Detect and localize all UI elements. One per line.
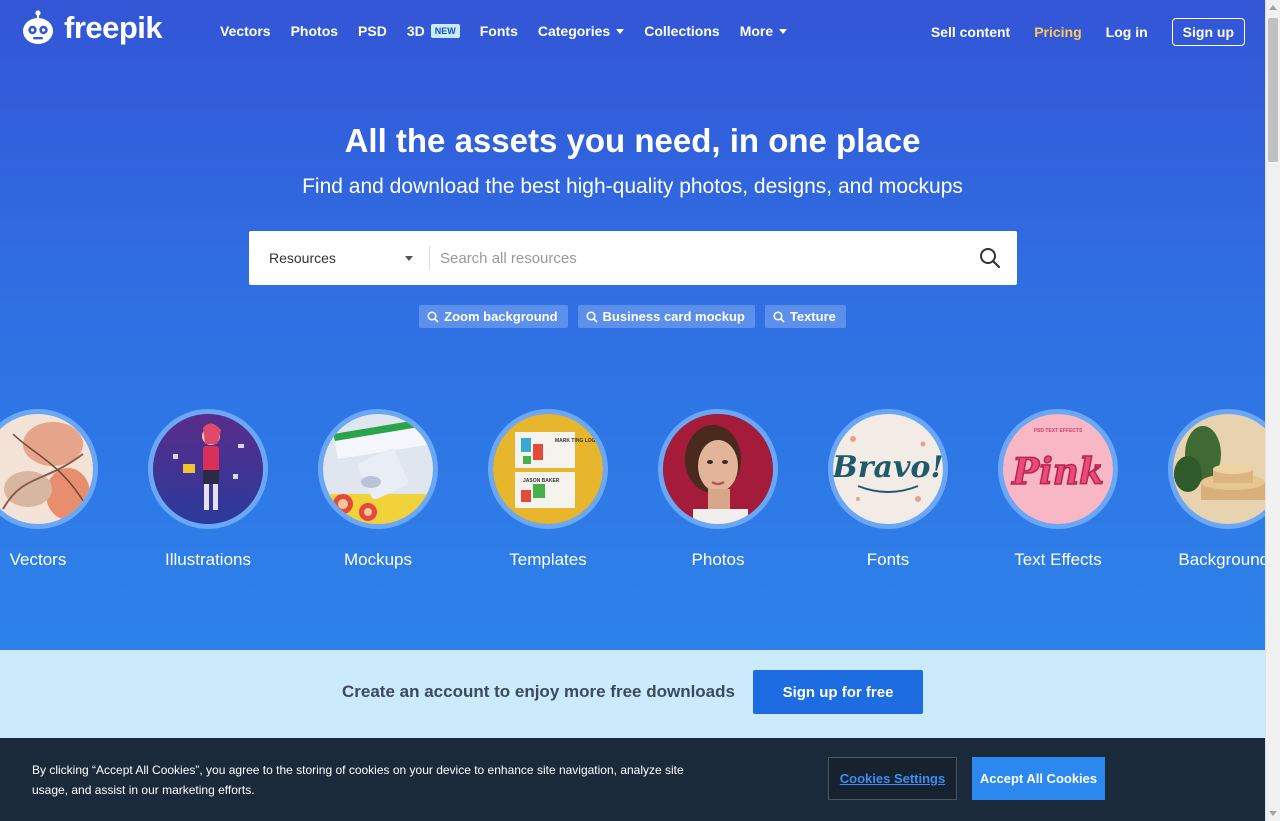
category-label: Fonts [866, 550, 910, 569]
nav-collections-label: Collections [644, 23, 720, 39]
portrait-photo-thumbnail [658, 409, 778, 529]
lettering-bravo-thumbnail: Bravo! [828, 409, 948, 529]
category-label: Mockups [343, 550, 413, 569]
nav-vectors[interactable]: Vectors [220, 23, 271, 39]
resource-type-select[interactable]: Resources [249, 231, 429, 285]
tag-label: Business card mockup [602, 309, 745, 324]
abstract-watercolor-thumbnail [0, 409, 98, 529]
search-icon [773, 310, 785, 323]
nav-vectors-label: Vectors [220, 23, 271, 39]
pricing-link[interactable]: Pricing [1034, 24, 1081, 40]
search-icon [585, 310, 598, 323]
signup-cta-banner: Create an account to enjoy more free dow… [0, 650, 1265, 738]
new-badge: NEW [430, 24, 460, 38]
scroll-up-arrow-icon[interactable] [1269, 5, 1277, 10]
page-subtitle: Find and download the best high-quality … [302, 175, 963, 198]
category-label: Illustrations [165, 550, 251, 569]
category-label: Vectors [9, 550, 67, 569]
category-label: Photos [691, 550, 745, 569]
tag-label: Texture [789, 309, 836, 324]
category-text-effects[interactable]: PSD TEXT EFFECTS Pink Text Effects [998, 409, 1118, 570]
signup-for-free-button[interactable]: Sign up for free [753, 670, 923, 714]
template-card-name: JASON BAKER [523, 478, 560, 484]
tag-texture[interactable]: Texture [764, 305, 846, 328]
fonts-thumbnail-text: Bravo! [833, 450, 943, 485]
freepik-mascot-icon [20, 10, 56, 46]
text-effect-word: Pink [1011, 451, 1104, 493]
category-label: Templates [509, 550, 587, 569]
tag-label: Zoom background [444, 309, 558, 324]
nav-photos[interactable]: Photos [291, 23, 338, 39]
pink-text-effect-thumbnail: PSD TEXT EFFECTS Pink [998, 409, 1118, 529]
nav-more-label: More [739, 23, 774, 39]
business-card-template-thumbnail: MARK TING LOGO JASON BAKER [488, 409, 608, 529]
nav-fonts[interactable]: Fonts [480, 23, 518, 39]
category-backgrounds[interactable]: Backgrounds [1168, 409, 1280, 570]
login-link[interactable]: Log in [1106, 24, 1148, 40]
podium-plants-thumbnail [1168, 409, 1280, 529]
chevron-down-icon [616, 28, 625, 34]
nav-psd-label: PSD [358, 23, 387, 39]
hero-section: freepik Vectors Photos PSD 3D NEW Fonts C… [0, 0, 1280, 650]
suggested-tags: Zoom background Business card mockup Tex… [0, 305, 1265, 328]
nav-categories-label: Categories [537, 23, 611, 39]
search-icon [427, 310, 439, 323]
resource-type-value: Resources [269, 250, 336, 266]
chevron-down-icon [779, 28, 788, 34]
accept-all-cookies-button[interactable]: Accept All Cookies [972, 757, 1105, 800]
sell-content-link[interactable]: Sell content [931, 24, 1010, 40]
nav-fonts-label: Fonts [479, 23, 518, 39]
logo-wordmark: freepik [64, 10, 163, 45]
template-card-text: MARK TING LOGO [555, 438, 600, 444]
category-fonts[interactable]: Bravo! Fonts [828, 409, 948, 570]
text-effect-caption: PSD TEXT EFFECTS [1034, 428, 1083, 434]
nav-collections[interactable]: Collections [644, 23, 719, 39]
search-icon [980, 248, 1001, 269]
search-input[interactable] [430, 249, 963, 267]
cta-text: Create an account to enjoy more free dow… [342, 682, 735, 701]
category-templates[interactable]: MARK TING LOGO JASON BAKER Templates [488, 409, 608, 570]
category-label: Backgrounds [1178, 550, 1278, 569]
chevron-down-icon [405, 255, 413, 261]
category-vectors[interactable]: Vectors [0, 409, 98, 570]
packaging-mockup-thumbnail [318, 409, 438, 529]
cookies-settings-button[interactable]: Cookies Settings [828, 757, 957, 800]
main-nav: Vectors Photos PSD 3D NEW Fonts Categorie… [220, 23, 807, 39]
nav-photos-label: Photos [290, 23, 339, 39]
nav-3d[interactable]: 3D NEW [407, 23, 460, 39]
nav-more[interactable]: More [739, 23, 788, 39]
search-button[interactable] [963, 231, 1017, 285]
tag-business-card-mockup[interactable]: Business card mockup [577, 305, 755, 328]
page-title: All the assets you need, in one place [344, 122, 921, 159]
account-nav: Sell content Pricing Log in Sign up [931, 18, 1245, 46]
cookie-consent-text: By clicking “Accept All Cookies”, you ag… [32, 763, 684, 797]
category-illustrations[interactable]: Illustrations [148, 409, 268, 570]
scroll-thumb[interactable] [1268, 18, 1278, 162]
tag-zoom-background[interactable]: Zoom background [419, 305, 568, 328]
cookie-consent-banner: By clicking “Accept All Cookies”, you ag… [0, 738, 1265, 821]
signup-button[interactable]: Sign up [1171, 18, 1245, 46]
category-photos[interactable]: Photos [658, 409, 778, 570]
search-bar: Resources [249, 231, 1017, 285]
page-scrollbar[interactable] [1265, 0, 1280, 821]
nav-categories[interactable]: Categories [537, 23, 625, 39]
character-illustration-thumbnail [148, 409, 268, 529]
category-mockups[interactable]: Mockups [318, 409, 438, 570]
category-label: Text Effects [1014, 550, 1102, 569]
nav-3d-label: 3D [406, 23, 425, 39]
freepik-logo[interactable]: freepik [20, 10, 163, 46]
scroll-down-arrow-icon[interactable] [1269, 811, 1277, 816]
nav-psd[interactable]: PSD [358, 23, 387, 39]
